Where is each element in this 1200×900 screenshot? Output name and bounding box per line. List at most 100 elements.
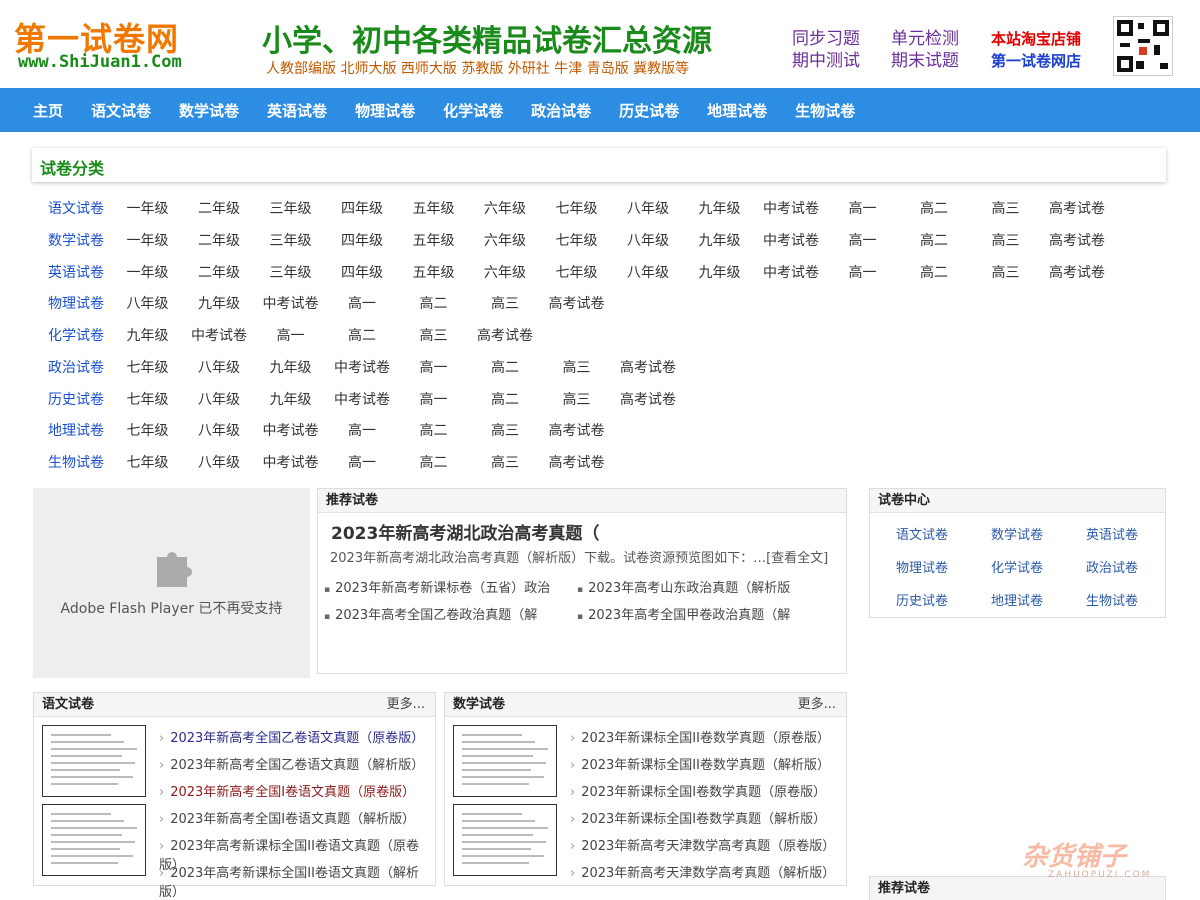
category-grade-link[interactable]: 八年级 (184, 389, 254, 409)
category-grade-link[interactable]: 高考试卷 (1042, 230, 1112, 250)
category-subject-link[interactable]: 政治试卷 (41, 357, 111, 377)
category-grade-link[interactable]: 中考试卷 (756, 230, 826, 250)
exam-center-item[interactable]: 数学试卷 (972, 524, 1062, 543)
category-subject-link[interactable]: 物理试卷 (41, 293, 111, 313)
category-grade-link[interactable]: 六年级 (470, 230, 540, 250)
category-subject-link[interactable]: 语文试卷 (41, 198, 111, 218)
category-grade-link[interactable]: 九年级 (685, 198, 755, 218)
recommended-desc[interactable]: 2023年新高考湖北政治高考真题（解析版）下载。试卷资源预览图如下：…[查看全文… (330, 547, 828, 566)
math-more-link[interactable]: 更多... (798, 693, 836, 717)
category-grade-link[interactable]: 高三 (542, 357, 612, 377)
exam-list-item[interactable]: 2023年新课标全国I卷数学真题（原卷版） (570, 781, 826, 800)
category-grade-link[interactable]: 高三 (971, 230, 1041, 250)
category-grade-link[interactable]: 高考试卷 (542, 452, 612, 472)
exam-list-item[interactable]: 2023年新课标全国I卷数学真题（解析版） (570, 808, 826, 827)
category-grade-link[interactable]: 七年级 (113, 357, 183, 377)
exam-thumbnail[interactable] (453, 725, 557, 797)
exam-center-item[interactable]: 政治试卷 (1067, 557, 1157, 576)
category-grade-link[interactable]: 八年级 (184, 357, 254, 377)
feature-midterm[interactable]: 期中测试 (792, 46, 860, 71)
category-grade-link[interactable]: 高二 (399, 420, 469, 440)
category-grade-link[interactable]: 高二 (327, 325, 397, 345)
category-grade-link[interactable]: 五年级 (399, 230, 469, 250)
category-grade-link[interactable]: 高三 (971, 262, 1041, 282)
category-grade-link[interactable]: 八年级 (613, 230, 683, 250)
category-grade-link[interactable]: 高一 (399, 357, 469, 377)
category-grade-link[interactable]: 三年级 (256, 230, 326, 250)
recommended-link[interactable]: 2023年高考全国乙卷政治真题（解 (324, 604, 537, 623)
category-grade-link[interactable]: 高考试卷 (1042, 262, 1112, 282)
category-grade-link[interactable]: 三年级 (256, 198, 326, 218)
category-grade-link[interactable]: 中考试卷 (756, 198, 826, 218)
category-grade-link[interactable]: 高三 (542, 389, 612, 409)
category-grade-link[interactable]: 中考试卷 (256, 293, 326, 313)
category-grade-link[interactable]: 五年级 (399, 198, 469, 218)
category-grade-link[interactable]: 七年级 (542, 230, 612, 250)
exam-center-item[interactable]: 语文试卷 (877, 524, 967, 543)
exam-list-item[interactable]: 2023年新高考天津数学高考真题（原卷版） (570, 835, 835, 854)
category-grade-link[interactable]: 高一 (327, 420, 397, 440)
category-grade-link[interactable]: 中考试卷 (184, 325, 254, 345)
exam-list-item[interactable]: 2023年新高考全国乙卷语文真题（原卷版） (159, 727, 424, 746)
category-grade-link[interactable]: 二年级 (184, 230, 254, 250)
nav-item[interactable]: 主页 (33, 100, 63, 121)
category-grade-link[interactable]: 高三 (399, 325, 469, 345)
nav-item[interactable]: 历史试卷 (619, 100, 679, 121)
category-grade-link[interactable]: 八年级 (613, 262, 683, 282)
category-grade-link[interactable]: 高二 (899, 262, 969, 282)
category-grade-link[interactable]: 九年级 (113, 325, 183, 345)
category-grade-link[interactable]: 高三 (470, 293, 540, 313)
nav-item[interactable]: 政治试卷 (531, 100, 591, 121)
nav-item[interactable]: 语文试卷 (91, 100, 151, 121)
category-grade-link[interactable]: 七年级 (542, 262, 612, 282)
category-grade-link[interactable]: 九年级 (256, 357, 326, 377)
exam-list-item[interactable]: 2023年新高考全国乙卷语文真题（解析版） (159, 754, 424, 773)
category-grade-link[interactable]: 九年级 (685, 262, 755, 282)
category-grade-link[interactable]: 二年级 (184, 198, 254, 218)
category-grade-link[interactable]: 一年级 (113, 198, 183, 218)
category-grade-link[interactable]: 中考试卷 (756, 262, 826, 282)
category-grade-link[interactable]: 高考试卷 (613, 357, 683, 377)
exam-list-item[interactable]: 2023年新课标全国II卷数学真题（解析版） (570, 754, 830, 773)
category-grade-link[interactable]: 高二 (399, 293, 469, 313)
category-grade-link[interactable]: 高二 (899, 198, 969, 218)
category-subject-link[interactable]: 数学试卷 (41, 230, 111, 250)
online-shop-link[interactable]: 第一试卷网店 (991, 50, 1081, 71)
category-grade-link[interactable]: 七年级 (113, 452, 183, 472)
exam-thumbnail[interactable] (453, 804, 557, 876)
category-grade-link[interactable]: 高一 (327, 452, 397, 472)
category-subject-link[interactable]: 地理试卷 (41, 420, 111, 440)
chinese-more-link[interactable]: 更多... (387, 693, 425, 717)
category-subject-link[interactable]: 历史试卷 (41, 389, 111, 409)
exam-center-item[interactable]: 化学试卷 (972, 557, 1062, 576)
category-grade-link[interactable]: 高二 (899, 230, 969, 250)
nav-item[interactable]: 生物试卷 (795, 100, 855, 121)
category-grade-link[interactable]: 四年级 (327, 198, 397, 218)
category-grade-link[interactable]: 中考试卷 (327, 357, 397, 377)
category-grade-link[interactable]: 高考试卷 (542, 293, 612, 313)
taobao-shop-link[interactable]: 本站淘宝店铺 (991, 28, 1081, 49)
category-grade-link[interactable]: 九年级 (685, 230, 755, 250)
category-grade-link[interactable]: 中考试卷 (327, 389, 397, 409)
category-grade-link[interactable]: 高考试卷 (542, 420, 612, 440)
exam-thumbnail[interactable] (42, 804, 146, 876)
exam-center-item[interactable]: 历史试卷 (877, 590, 967, 609)
category-grade-link[interactable]: 高三 (971, 198, 1041, 218)
recommended-link[interactable]: 2023年高考全国甲卷政治真题（解 (577, 604, 790, 623)
category-grade-link[interactable]: 高二 (470, 357, 540, 377)
category-grade-link[interactable]: 高三 (470, 452, 540, 472)
category-grade-link[interactable]: 一年级 (113, 230, 183, 250)
category-grade-link[interactable]: 高一 (828, 262, 898, 282)
category-grade-link[interactable]: 高三 (470, 420, 540, 440)
category-grade-link[interactable]: 高一 (828, 230, 898, 250)
category-subject-link[interactable]: 化学试卷 (41, 325, 111, 345)
nav-item[interactable]: 数学试卷 (179, 100, 239, 121)
category-grade-link[interactable]: 一年级 (113, 262, 183, 282)
category-grade-link[interactable]: 高二 (399, 452, 469, 472)
exam-list-item[interactable]: 2023年新高考全国I卷语文真题（原卷版） (159, 781, 415, 800)
site-url[interactable]: www.ShiJuan1.Com (18, 52, 182, 72)
category-grade-link[interactable]: 高一 (399, 389, 469, 409)
nav-item[interactable]: 化学试卷 (443, 100, 503, 121)
category-grade-link[interactable]: 中考试卷 (256, 420, 326, 440)
category-grade-link[interactable]: 中考试卷 (256, 452, 326, 472)
